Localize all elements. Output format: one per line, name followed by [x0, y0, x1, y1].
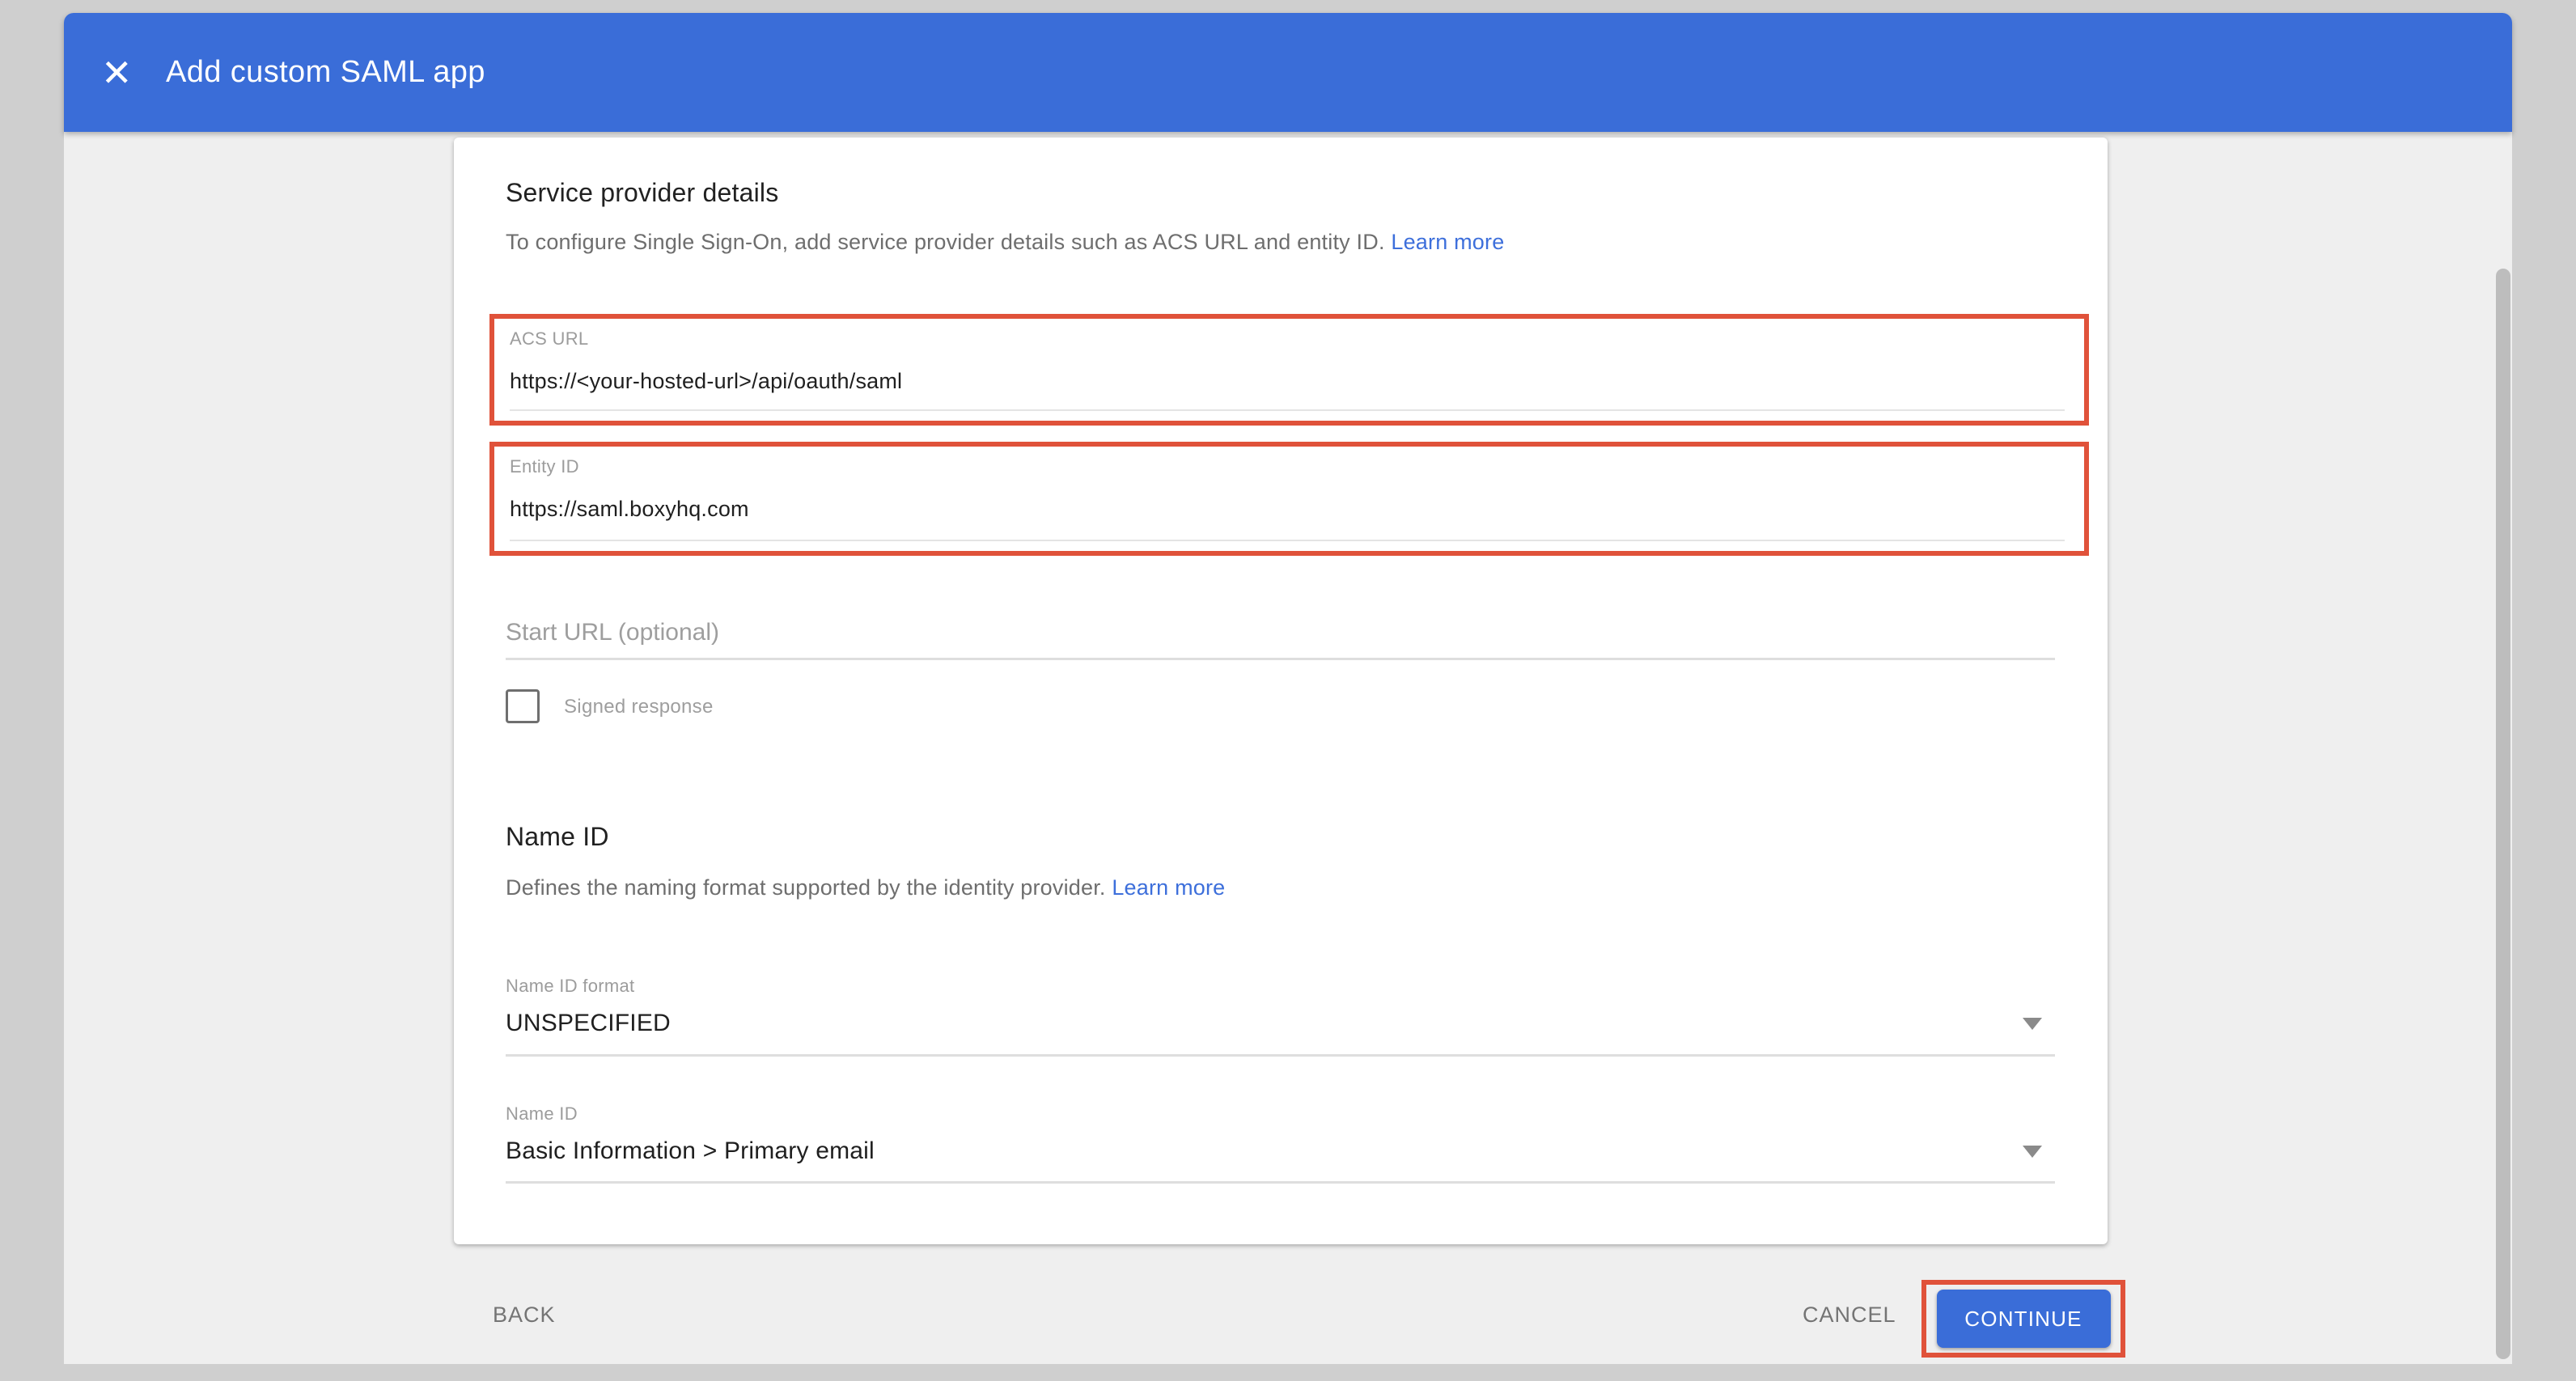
service-provider-learn-more-link[interactable]: Learn more — [1391, 230, 1504, 254]
name-id-description-text: Defines the naming format supported by t… — [506, 875, 1106, 900]
name-id-description: Defines the naming format supported by t… — [506, 875, 1225, 900]
entity-id-field[interactable]: https://saml.boxyhq.com — [510, 497, 2084, 522]
name-id-format-chevron-down-icon[interactable] — [2023, 1018, 2042, 1030]
acs-url-field[interactable]: https://<your-hosted-url>/api/oauth/saml — [510, 369, 2084, 394]
signed-response-label: Signed response — [564, 696, 714, 718]
service-provider-description-text: To configure Single Sign-On, add service… — [506, 230, 1385, 254]
acs-url-label: ACS URL — [510, 328, 2084, 349]
modal-header: ✕ Add custom SAML app — [64, 13, 2512, 132]
service-provider-heading: Service provider details — [506, 178, 778, 208]
close-icon[interactable]: ✕ — [101, 54, 150, 91]
back-button[interactable]: BACK — [493, 1303, 556, 1328]
acs-url-field-underline — [510, 409, 2065, 411]
start-url-input[interactable] — [506, 613, 2055, 652]
name-id-select[interactable]: Basic Information > Primary email — [506, 1137, 875, 1165]
name-id-format-label: Name ID format — [506, 976, 634, 997]
entity-id-label: Entity ID — [510, 456, 2084, 477]
name-id-heading: Name ID — [506, 822, 609, 852]
cancel-button[interactable]: CANCEL — [1803, 1303, 1896, 1328]
modal-title: Add custom SAML app — [166, 55, 485, 90]
service-provider-description: To configure Single Sign-On, add service… — [506, 230, 1504, 255]
signed-response-checkbox[interactable] — [506, 689, 540, 723]
name-id-field-label: Name ID — [506, 1104, 578, 1125]
name-id-format-select[interactable]: UNSPECIFIED — [506, 1010, 671, 1037]
entity-id-field-underline — [510, 540, 2065, 541]
scrollbar-thumb[interactable] — [2496, 269, 2510, 1359]
acs-url-highlight-box: ACS URL https://<your-hosted-url>/api/oa… — [489, 314, 2089, 426]
name-id-learn-more-link[interactable]: Learn more — [1112, 875, 1225, 900]
name-id-format-underline — [506, 1054, 2055, 1057]
continue-highlight-box: CONTINUE — [1921, 1280, 2125, 1358]
start-url-underline — [506, 658, 2055, 660]
name-id-underline — [506, 1181, 2055, 1184]
entity-id-highlight-box: Entity ID https://saml.boxyhq.com — [489, 442, 2089, 556]
page: ✕ Add custom SAML app Service provider d… — [0, 0, 2576, 1381]
continue-button[interactable]: CONTINUE — [1937, 1290, 2111, 1348]
name-id-chevron-down-icon[interactable] — [2023, 1146, 2042, 1158]
form-card — [454, 138, 2108, 1244]
